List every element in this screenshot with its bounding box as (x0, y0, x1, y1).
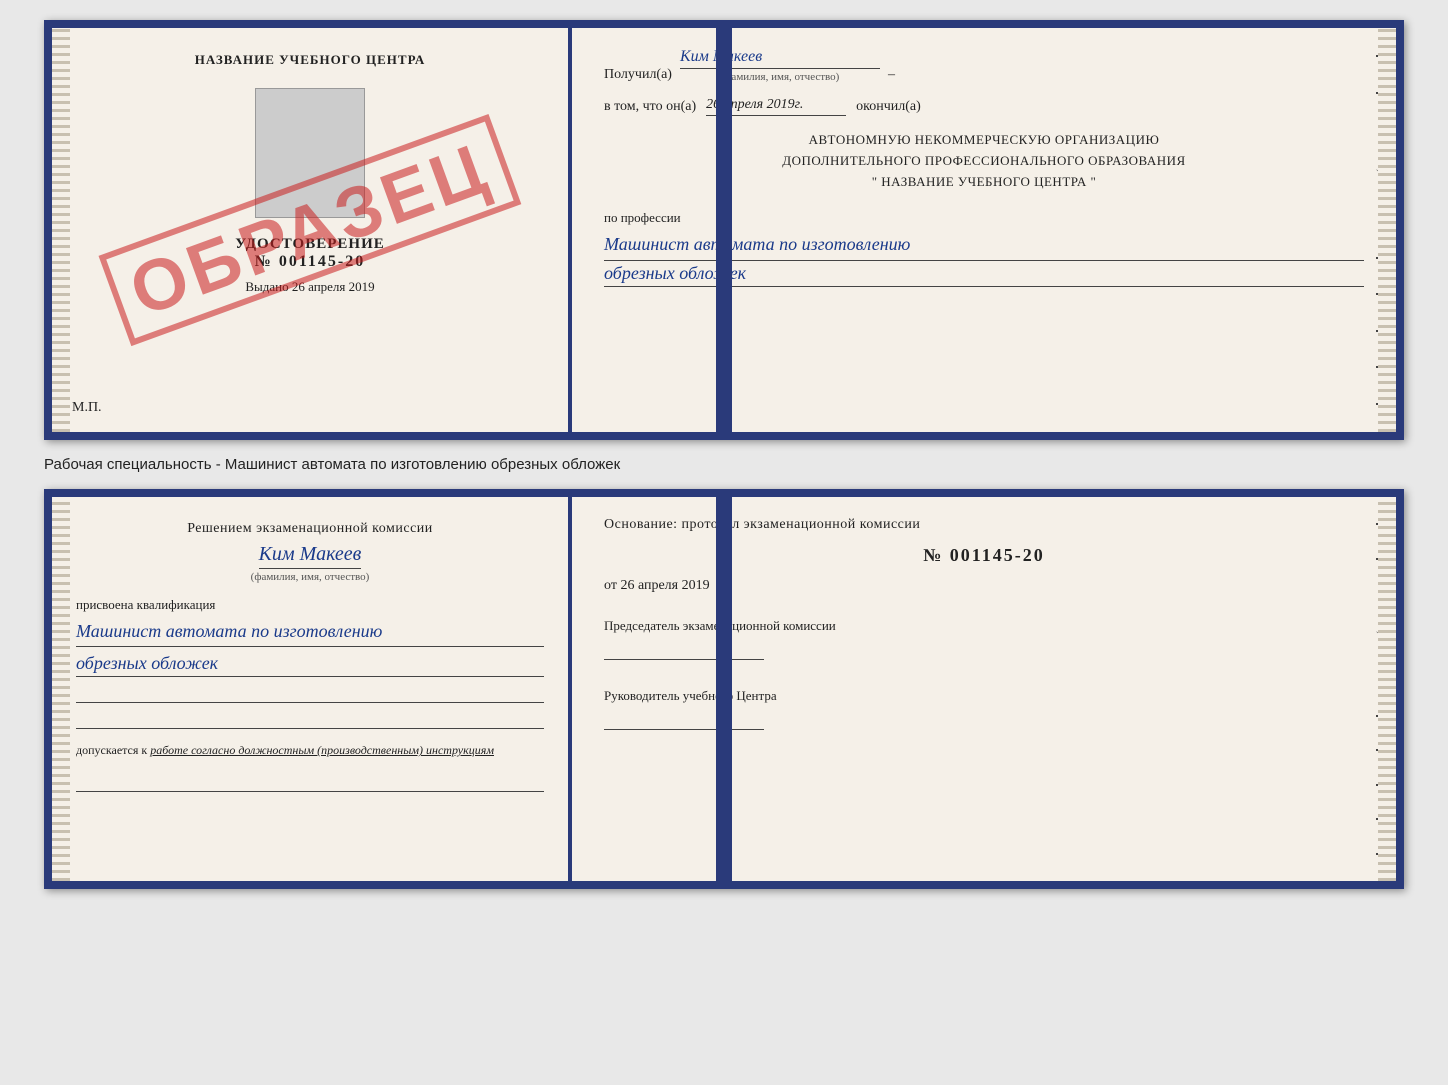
decision-title: Решением экзаменационной комиссии (76, 521, 544, 537)
left-pattern-bottom (52, 497, 70, 881)
blank-line3 (76, 772, 544, 792)
issued-label: Выдано (245, 279, 288, 294)
cert-title: УДОСТОВЕРЕНИЕ (235, 236, 385, 253)
in-that-suffix: окончил(а) (856, 99, 921, 115)
document-wrapper: НАЗВАНИЕ УЧЕБНОГО ЦЕНТРА УДОСТОВЕРЕНИЕ №… (44, 20, 1404, 889)
person-name-bl: Ким Макеев (259, 543, 362, 569)
chairman-sig-line (604, 640, 764, 660)
received-name: Ким Макеев (680, 48, 880, 69)
top-left-panel: НАЗВАНИЕ УЧЕБНОГО ЦЕНТРА УДОСТОВЕРЕНИЕ №… (52, 28, 572, 432)
in-that-prefix: в том, что он(а) (604, 99, 696, 115)
bottom-document: Решением экзаменационной комиссии Ким Ма… (44, 489, 1404, 889)
photo-placeholder (255, 88, 365, 218)
protocol-date-prefix: от (604, 578, 617, 593)
qualification-value-bl1: Машинист автомата по изготовлению (76, 619, 544, 647)
blank-line1 (76, 683, 544, 703)
allow-text: допускается к работе согласно должностны… (76, 743, 544, 758)
received-prefix: Получил(а) (604, 67, 672, 83)
mp-label: М.П. (72, 400, 102, 416)
person-subtitle-bl: (фамилия, имя, отчество) (251, 571, 370, 583)
spine (716, 28, 732, 432)
right-pattern (1378, 28, 1396, 432)
qualification-value-bl2: обрезных обложек (76, 653, 544, 677)
allow-value: работе согласно должностным (производств… (150, 743, 494, 757)
qualification-label: присвоена квалификация (76, 597, 544, 613)
bottom-right-panel: Основание: протокол экзаменационной коми… (572, 497, 1396, 881)
cert-date-issued: Выдано 26 апреля 2019 (245, 279, 374, 295)
school-name-top: НАЗВАНИЕ УЧЕБНОГО ЦЕНТРА (195, 52, 426, 68)
caption-text: Рабочая специальность - Машинист автомат… (44, 452, 620, 477)
bottom-left-panel: Решением экзаменационной комиссии Ким Ма… (52, 497, 572, 881)
issued-date: 26 апреля 2019 (292, 279, 375, 294)
top-right-panel: Получил(а) Ким Макеев (фамилия, имя, отч… (572, 28, 1396, 432)
dash-separator: – (888, 67, 895, 83)
protocol-date-value: 26 апреля 2019 (620, 578, 709, 593)
right-pattern-bottom (1378, 497, 1396, 881)
allow-prefix: допускается к (76, 743, 147, 757)
cert-number: № 001145-20 (255, 253, 366, 271)
director-sig-line (604, 710, 764, 730)
spine-bottom (716, 497, 732, 881)
blank-line2 (76, 709, 544, 729)
top-document: НАЗВАНИЕ УЧЕБНОГО ЦЕНТРА УДОСТОВЕРЕНИЕ №… (44, 20, 1404, 440)
received-subtitle: (фамилия, имя, отчество) (680, 71, 880, 83)
